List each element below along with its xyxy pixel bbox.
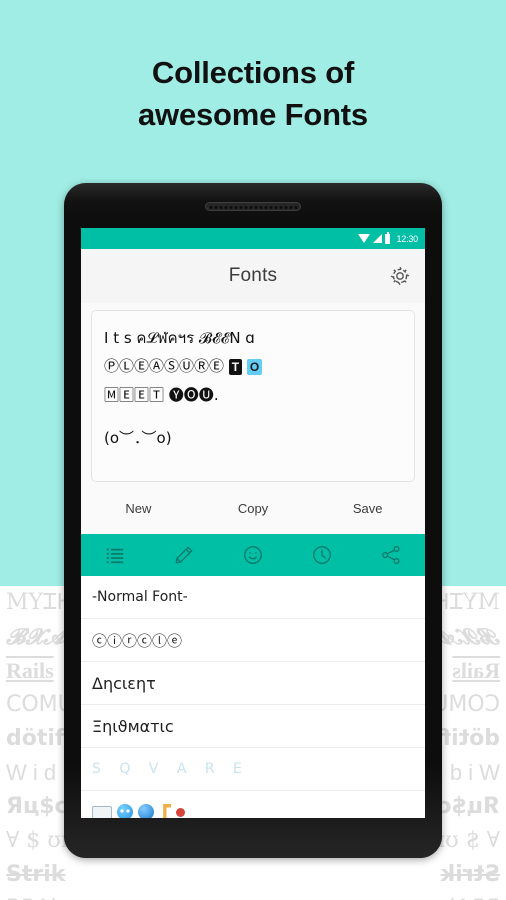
preview-line-3-period: . <box>213 386 219 404</box>
preview-tag-blue: O <box>246 359 263 375</box>
watermark-row: BRAh <box>411 892 506 900</box>
tv-emoji-icon <box>92 805 112 818</box>
phone-screen: 12:30 Fonts I t s ค𝓛ฬคฯร 𝓑𝓔𝓔N ɑ ⓅⓁⒺⒶⓈⓊⓇⒺ <box>81 228 425 818</box>
copy-button[interactable]: Copy <box>196 501 311 516</box>
battery-icon <box>385 231 391 244</box>
tab-fonts[interactable] <box>81 534 150 576</box>
phone-mockup: 12:30 Fonts I t s ค𝓛ฬคฯร 𝓑𝓔𝓔N ɑ ⓅⓁⒺⒶⓈⓊⓇⒺ <box>64 183 442 858</box>
tab-emoticons[interactable] <box>219 534 288 576</box>
list-item[interactable] <box>81 791 425 818</box>
hook-emoji-icon <box>163 804 171 818</box>
page-headline: Collections of awesome Fonts <box>0 52 506 136</box>
gear-icon <box>390 266 410 286</box>
preview-line-2-circled: ⓅⓁⒺⒶⓈⓊⓇⒺ <box>104 357 225 375</box>
preview-tag-dark: T <box>228 359 243 375</box>
preview-line-2: ⓅⓁⒺⒶⓈⓊⓇⒺ T O <box>104 352 402 381</box>
new-button[interactable]: New <box>81 501 196 516</box>
list-item[interactable]: -Normal Font- <box>81 576 425 619</box>
tab-share[interactable] <box>356 534 425 576</box>
headline-line-2: awesome Fonts <box>138 97 368 132</box>
preview-line-1: I t s ค𝓛ฬคฯร 𝓑𝓔𝓔N ɑ <box>104 329 255 347</box>
phone-bottom-bezel <box>64 818 442 858</box>
action-row: New Copy Save <box>81 482 425 534</box>
preview-kaomoji: (o︶．︶o) <box>104 429 172 447</box>
tab-history[interactable] <box>287 534 356 576</box>
save-button[interactable]: Save <box>310 501 425 516</box>
status-bar: 12:30 <box>81 228 425 249</box>
watermark-row: Strik <box>6 862 66 887</box>
emoji-preview-row <box>92 804 185 818</box>
dot-emoji-icon <box>176 807 185 817</box>
list-item[interactable]: Ξηιϑмαтιc <box>81 705 425 748</box>
app-bar: Fonts <box>81 249 425 303</box>
preview-line-3-squared: 🄼🄴🄴🅃 <box>104 386 165 404</box>
earpiece-speaker-icon <box>205 202 301 211</box>
list-item[interactable]: Δηcιεητ <box>81 662 425 705</box>
face-emoji-icon <box>117 804 133 818</box>
clock-icon <box>312 546 331 564</box>
watermark-row: Strik <box>440 862 500 887</box>
signal-icon <box>373 234 383 243</box>
watermark-row: BRAh <box>0 892 95 900</box>
status-bar-clock: 12:30 <box>396 233 418 244</box>
wifi-icon <box>358 234 371 243</box>
preview-line-3-filled: 🅨🅞🅤 <box>168 386 214 404</box>
preview-line-3: 🄼🄴🄴🅃 🅨🅞🅤. <box>104 381 402 409</box>
tab-bar <box>81 534 425 576</box>
smiley-icon <box>244 546 262 564</box>
font-style-list: -Normal Font- ⓒⓘⓡⓒⓛⓔ Δηcιεητ Ξηιϑмαтιc S… <box>81 576 425 818</box>
headline-line-1: Collections of <box>151 55 355 90</box>
share-icon <box>381 545 400 565</box>
ball-emoji-icon <box>138 804 154 818</box>
list-icon <box>107 548 124 564</box>
pencil-icon <box>175 546 193 564</box>
list-item[interactable]: ⓒⓘⓡⓒⓛⓔ <box>81 619 425 662</box>
app-title: Fonts <box>228 265 278 286</box>
settings-button[interactable] <box>387 263 413 289</box>
tab-edit[interactable] <box>150 534 219 576</box>
text-preview-card[interactable]: I t s ค𝓛ฬคฯร 𝓑𝓔𝓔N ɑ ⓅⓁⒺⒶⓈⓊⓇⒺ T O 🄼🄴🄴🅃 🅨🅞… <box>91 310 415 482</box>
list-item[interactable]: S Q V A R E <box>81 748 425 791</box>
